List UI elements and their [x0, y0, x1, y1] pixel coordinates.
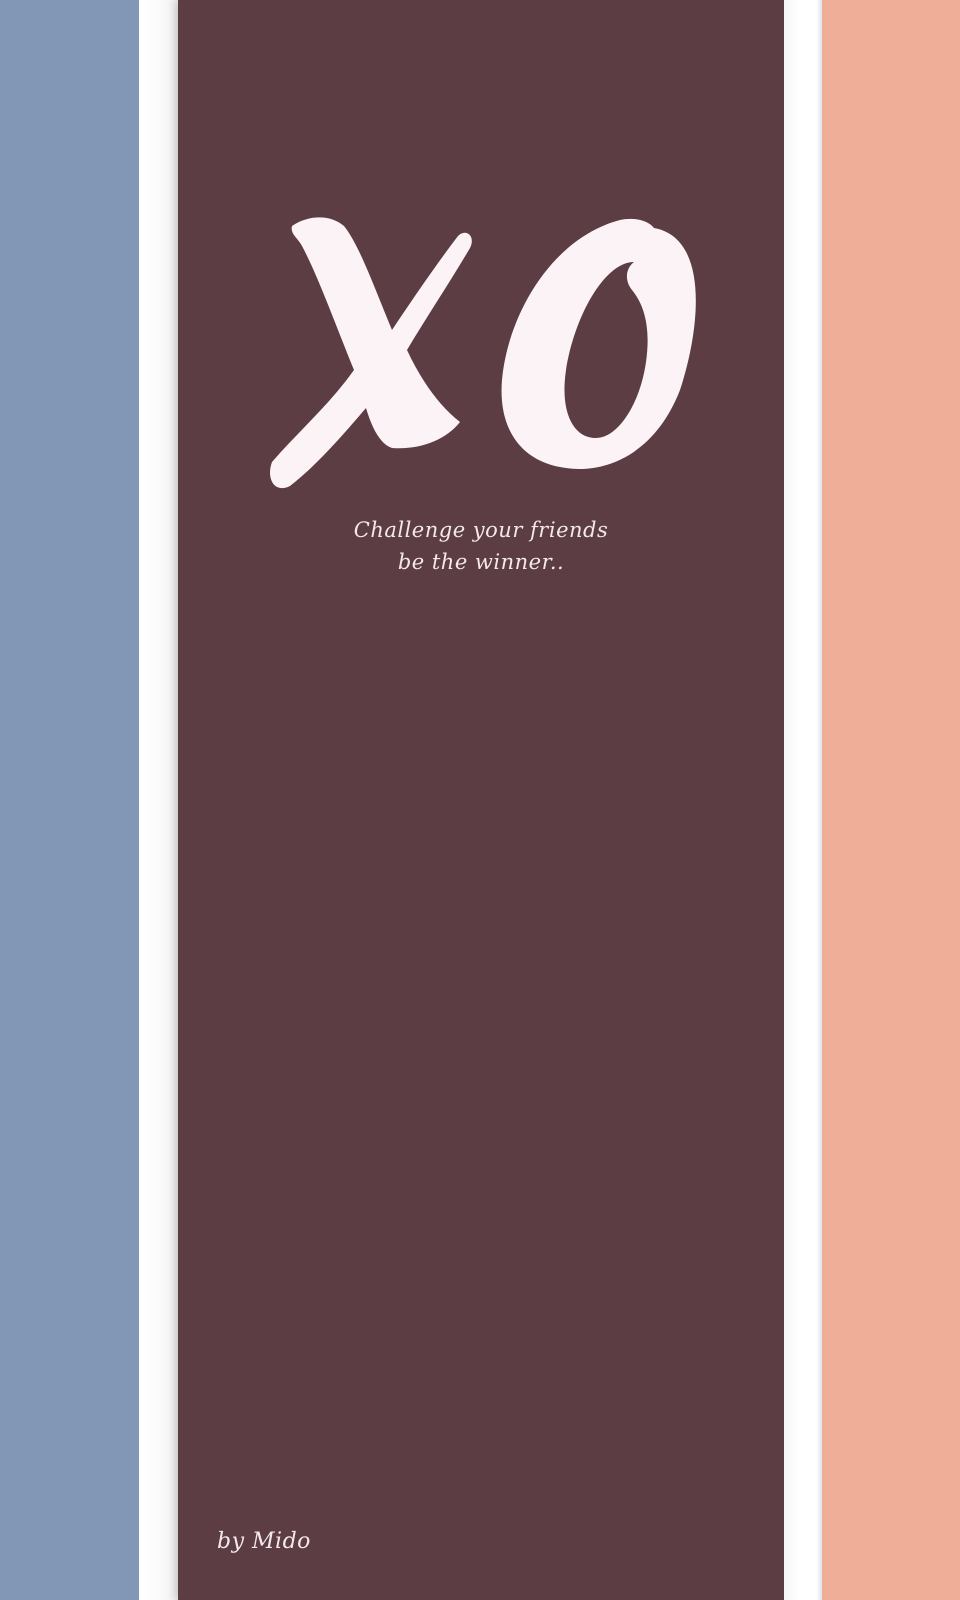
tagline-line-1: Challenge your friends: [353, 518, 609, 542]
xo-logo-icon: XO: [270, 217, 696, 489]
tagline-line-2: be the winner..: [397, 550, 565, 574]
tagline: Challenge your friends be the winner..: [178, 514, 784, 578]
left-gap: [139, 0, 178, 1600]
left-color-band: [0, 0, 139, 1600]
splash-screen: XO Challenge your friends be the winner.…: [0, 0, 960, 1600]
right-color-band: [822, 0, 960, 1600]
right-gap: [784, 0, 822, 1600]
author-credit: by Mido: [217, 1529, 311, 1554]
